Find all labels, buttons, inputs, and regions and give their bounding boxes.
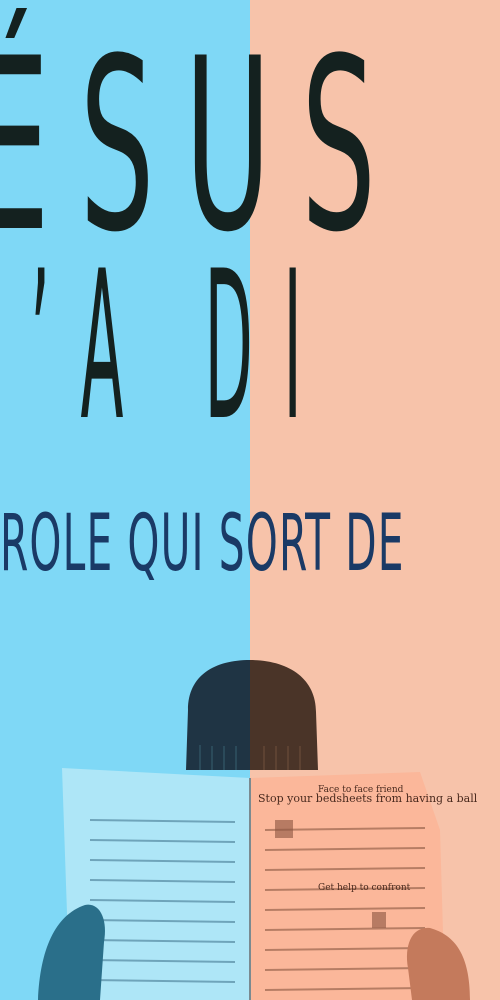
beanie-hat — [186, 660, 318, 770]
newspaper-headline-2: Face to face friend — [318, 785, 404, 795]
poster-subtitle: ROLE QUI SORT DE — [0, 499, 405, 589]
person-reading-newspaper-photo: Stop your bedsheets from having a ball F… — [38, 660, 478, 1000]
poster-title-line-2: ’A DI — [30, 228, 333, 466]
newspaper-headline-3: Get help to confront — [318, 883, 411, 893]
